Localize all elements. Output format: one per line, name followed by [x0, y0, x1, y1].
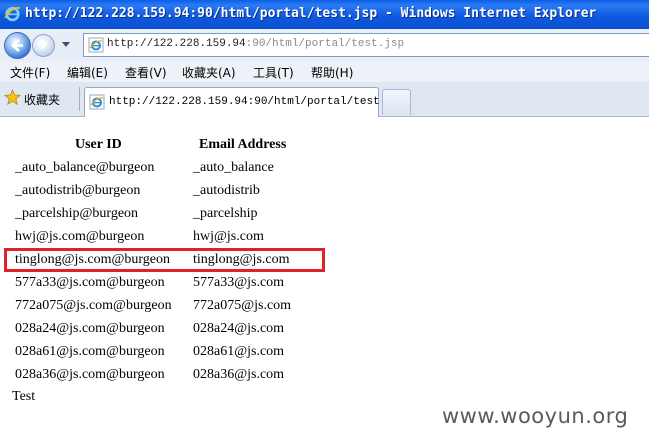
table-cell-email: 028a61@js.com	[193, 344, 285, 359]
page-ie-icon	[89, 94, 105, 110]
tab-active[interactable]: http://122.228.159.94:90/html/portal/tes…	[84, 87, 399, 117]
table-cell-user-id: 772a075@js.com@burgeon	[15, 298, 172, 313]
header-user-id: User ID	[75, 137, 122, 152]
page-content: User ID Email Address _auto_balance@burg…	[0, 117, 649, 447]
title-bar: http://122.228.159.94:90/html/portal/tes…	[0, 0, 649, 29]
ie-logo-icon	[4, 6, 21, 22]
tab-bar: 收藏夹 http://122.228.159.94:90/html/portal…	[0, 82, 649, 117]
highlight-box	[4, 248, 325, 272]
menu-tools[interactable]: 工具(T)	[253, 64, 294, 81]
header-email: Email Address	[199, 137, 287, 152]
history-dropdown-icon[interactable]	[62, 42, 70, 47]
menu-help[interactable]: 帮助(H)	[311, 64, 353, 81]
address-host: http://122.228.159.94	[107, 38, 246, 50]
back-button[interactable]	[4, 32, 31, 59]
table-cell-user-id: 028a36@js.com@burgeon	[15, 367, 165, 382]
page-ie-icon	[88, 37, 104, 53]
table-cell-user-id: _parcelship@burgeon	[15, 206, 139, 221]
menu-file[interactable]: 文件(F)	[10, 64, 50, 81]
window-title: http://122.228.159.94:90/html/portal/tes…	[25, 6, 597, 21]
table-cell-email: _parcelship	[193, 206, 258, 221]
table-cell-email: _autodistrib	[193, 183, 260, 198]
menu-bar: 文件(F) 编辑(E) 查看(V) 收藏夹(A) 工具(T) 帮助(H)	[0, 62, 649, 82]
table-cell-user-id: _auto_balance@burgeon	[15, 160, 155, 175]
table-cell-email: 577a33@js.com	[193, 275, 285, 290]
table-cell-email: 772a075@js.com	[193, 298, 292, 313]
favorites-label: 收藏夹	[24, 93, 61, 107]
arrow-left-icon	[11, 39, 23, 52]
table-cell-email: 028a36@js.com	[193, 367, 285, 382]
address-path: :90/html/portal/test.jsp	[245, 38, 405, 50]
table-cell-email: _auto_balance	[193, 160, 274, 175]
address-url[interactable]: http://122.228.159.94:90/html/portal/tes…	[107, 38, 404, 50]
forward-button[interactable]	[32, 34, 55, 57]
arrow-right-icon	[38, 39, 48, 50]
table-cell-email: 028a24@js.com	[193, 321, 285, 336]
table-cell-user-id: 028a24@js.com@burgeon	[15, 321, 165, 336]
table-cell-email: hwj@js.com	[193, 229, 264, 244]
menu-view[interactable]: 查看(V)	[125, 64, 167, 81]
star-icon	[4, 89, 21, 106]
table-cell-user-id: hwj@js.com@burgeon	[15, 229, 145, 244]
table-cell-user-id: _autodistrib@burgeon	[15, 183, 141, 198]
navigation-bar: http://122.228.159.94:90/html/portal/tes…	[0, 29, 649, 63]
tab-title: http://122.228.159.94:90/html/portal/tes…	[109, 96, 400, 108]
address-bar[interactable]: http://122.228.159.94:90/html/portal/tes…	[83, 33, 649, 57]
tab-separator	[79, 87, 80, 111]
new-tab-button[interactable]	[382, 89, 411, 115]
menu-favorites[interactable]: 收藏夹(A)	[182, 64, 236, 81]
table-cell-user-id: 028a61@js.com@burgeon	[15, 344, 165, 359]
footer-text: Test	[12, 389, 36, 404]
menu-edit[interactable]: 编辑(E)	[67, 64, 108, 81]
watermark: www.wooyun.org	[442, 404, 629, 428]
table-cell-user-id: 577a33@js.com@burgeon	[15, 275, 165, 290]
